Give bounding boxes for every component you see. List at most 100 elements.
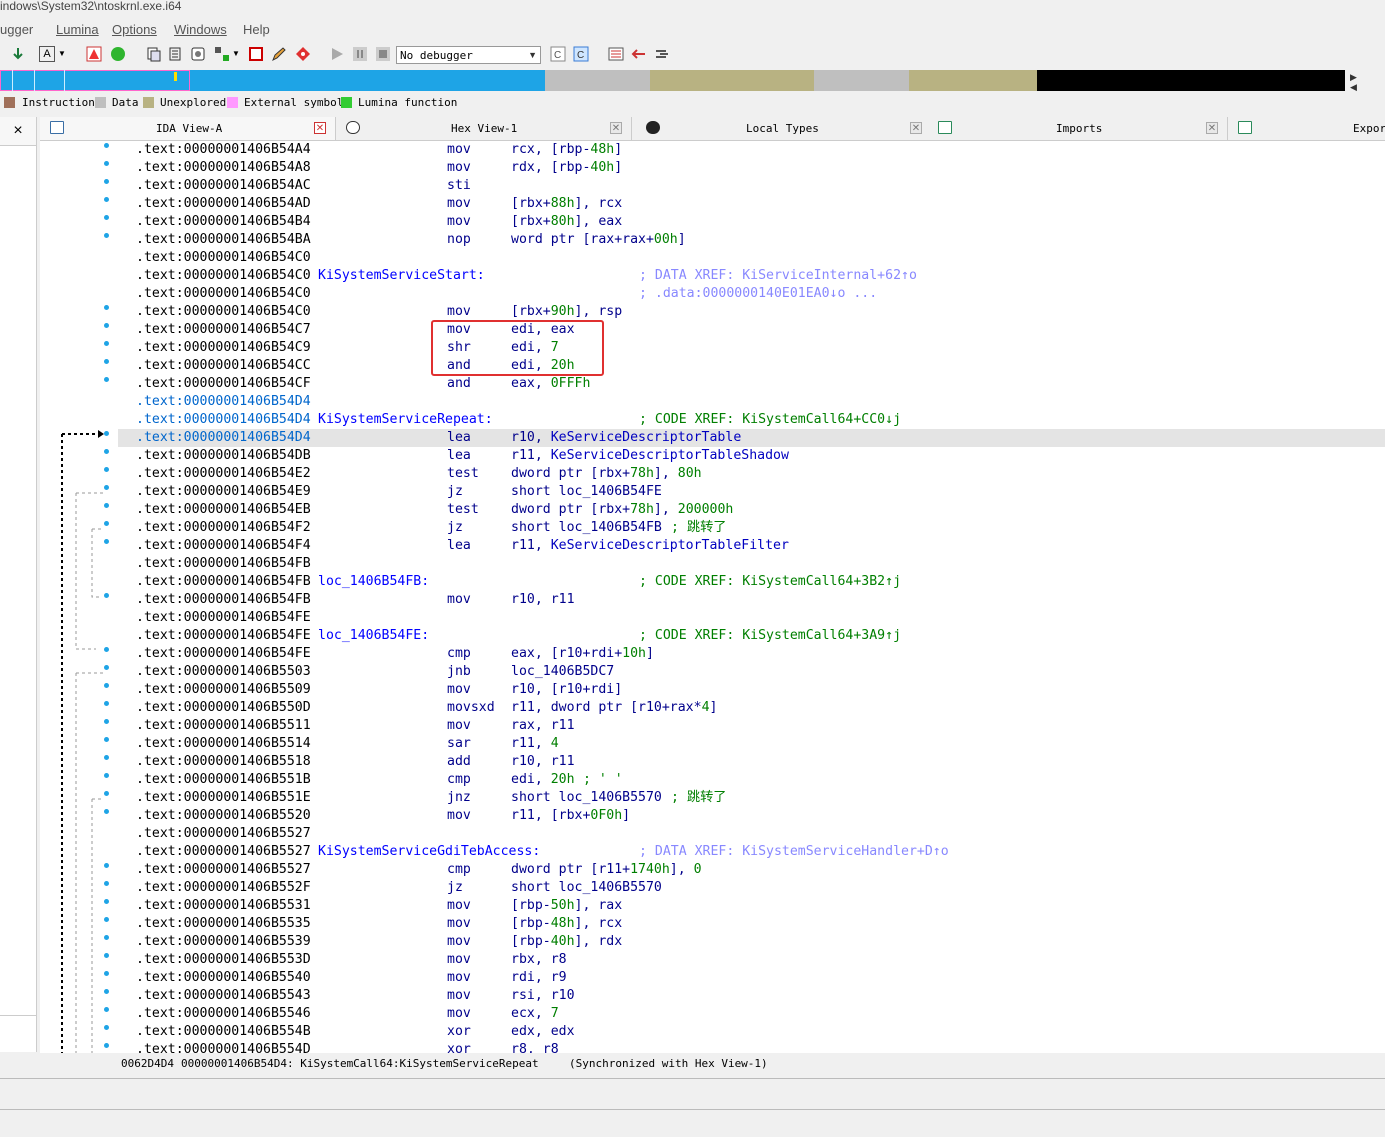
left-panel-close-button[interactable]: ×: [0, 117, 36, 146]
disasm-line[interactable]: .text:00000001406B5539 mov [rbp-40h], rdx: [118, 933, 1385, 951]
tracing-icon[interactable]: C: [550, 46, 566, 62]
disasm-line[interactable]: .text:00000001406B54EB test dword ptr [rbx…: [118, 501, 1385, 519]
dropdown-icon[interactable]: ▼: [58, 46, 68, 62]
breakpoint-dot[interactable]: [104, 935, 109, 940]
breakpoint-dot[interactable]: [104, 233, 109, 238]
menu-windows[interactable]: Windows: [174, 22, 227, 37]
breakpoint-dot[interactable]: [104, 809, 109, 814]
view-list-icon[interactable]: [608, 46, 624, 62]
breakpoint-dot[interactable]: [104, 593, 109, 598]
disasm-line[interactable]: .text:00000001406B5543 mov rsi, r10: [118, 987, 1385, 1005]
close-icon[interactable]: ✕: [1206, 122, 1218, 134]
menu-lumina[interactable]: Lumina: [56, 22, 99, 37]
disasm-line[interactable]: .text:00000001406B5546 mov ecx, 7: [118, 1005, 1385, 1023]
breakpoint-dot[interactable]: [104, 197, 109, 202]
disasm-line[interactable]: .text:00000001406B54DB lea r11, KeServiceD…: [118, 447, 1385, 465]
menu-help[interactable]: Help: [243, 22, 270, 37]
breakpoint-dot[interactable]: [104, 359, 109, 364]
disasm-label[interactable]: KiSystemServiceGdiTebAccess:: [318, 843, 540, 861]
tab-imports[interactable]: Imports ✕: [928, 117, 1228, 140]
disasm-line[interactable]: .text:00000001406B54A4 mov rcx, [rbp-48h]: [118, 141, 1385, 159]
pause-icon[interactable]: [352, 46, 368, 62]
close-icon[interactable]: ✕: [910, 122, 922, 134]
navband-scroll-left-icon[interactable]: ◀: [1350, 82, 1357, 93]
disasm-line[interactable]: .text:00000001406B54AD mov [rbx+88h], rcx: [118, 195, 1385, 213]
tab-ida-view-a[interactable]: IDA View-A ✕: [40, 117, 336, 140]
breakpoint-dot[interactable]: [104, 215, 109, 220]
disasm-line[interactable]: .text:00000001406B554B xor edx, edx: [118, 1023, 1385, 1041]
breakpoint-dot[interactable]: [104, 791, 109, 796]
disasm-line[interactable]: .text:00000001406B54D4 lea r10, KeServiceD…: [118, 429, 1385, 447]
menu-debugger[interactable]: ugger: [0, 22, 33, 37]
disasm-line[interactable]: .text:00000001406B54F2 jz short loc_1406B5…: [118, 519, 1385, 537]
step-into-icon[interactable]: [10, 46, 26, 62]
breakpoint-dot[interactable]: [104, 539, 109, 544]
breakpoint-dot[interactable]: [104, 179, 109, 184]
breakpoint-dot[interactable]: [104, 1025, 109, 1030]
debugger-select[interactable]: No debugger ▼: [396, 46, 541, 64]
disasm-line[interactable]: .text:00000001406B5535 mov [rbp-48h], rcx: [118, 915, 1385, 933]
breakpoint-dot[interactable]: [104, 449, 109, 454]
breakpoint-dot[interactable]: [104, 773, 109, 778]
breakpoint-dot[interactable]: [104, 719, 109, 724]
paste-icon[interactable]: [168, 46, 184, 62]
red-close-icon[interactable]: ✕: [314, 122, 326, 134]
breakpoint-diamond-icon[interactable]: [295, 46, 311, 62]
disasm-line[interactable]: .text:00000001406B54BA nop word ptr [rax+r…: [118, 231, 1385, 249]
breakpoint-dot[interactable]: [104, 755, 109, 760]
breakpoint-dot[interactable]: [104, 665, 109, 670]
play-icon[interactable]: [329, 46, 345, 62]
tab-expor[interactable]: Expor: [1228, 117, 1385, 140]
disasm-line[interactable]: .text:00000001406B5540 mov rdi, r9: [118, 969, 1385, 987]
disasm-line[interactable]: .text:00000001406B54C0: [118, 249, 1385, 267]
disasm-line[interactable]: .text:00000001406B550D movsxd r11, dword p…: [118, 699, 1385, 717]
disasm-line[interactable]: .text:00000001406B54AC sti: [118, 177, 1385, 195]
breakpoint-dot[interactable]: [104, 341, 109, 346]
disasm-line[interactable]: .text:00000001406B54FE: [118, 609, 1385, 627]
disasm-line[interactable]: .text:00000001406B5527 cmp dword ptr [r11+…: [118, 861, 1385, 879]
disasm-line[interactable]: .text:00000001406B5514 sar r11, 4: [118, 735, 1385, 753]
disasm-line[interactable]: .text:00000001406B54F4 lea r11, KeServiceD…: [118, 537, 1385, 555]
breakpoint-dot[interactable]: [104, 953, 109, 958]
struct-icon[interactable]: [190, 46, 206, 62]
breakpoint-dot[interactable]: [104, 431, 109, 436]
breakpoint-dot[interactable]: [104, 917, 109, 922]
disasm-line[interactable]: .text:00000001406B554D xor r8, r8: [118, 1041, 1385, 1053]
disasm-line[interactable]: .text:00000001406B54E9 jz short loc_1406B5…: [118, 483, 1385, 501]
disasm-line[interactable]: .text:00000001406B54C0 ; .data:0000000140…: [118, 285, 1385, 303]
tracing-active-icon[interactable]: C: [573, 46, 589, 62]
disasm-line[interactable]: .text:00000001406B54E2 test dword ptr [rbx…: [118, 465, 1385, 483]
stop-square-icon[interactable]: [248, 46, 264, 62]
close-icon[interactable]: ✕: [610, 122, 622, 134]
disasm-line[interactable]: .text:00000001406B54C9 shr edi, 7: [118, 339, 1385, 357]
breakpoint-dot[interactable]: [104, 305, 109, 310]
copy-icon[interactable]: [146, 46, 162, 62]
disasm-label[interactable]: loc_1406B54FE:: [318, 627, 429, 645]
navigation-band[interactable]: [0, 70, 1345, 91]
disasm-label[interactable]: loc_1406B54FB:: [318, 573, 429, 591]
disasm-label[interactable]: KiSystemServiceStart:: [318, 267, 485, 285]
font-a-icon[interactable]: A: [39, 46, 55, 62]
disasm-line[interactable]: .text:00000001406B54D4: [118, 393, 1385, 411]
breakpoint-dot[interactable]: [104, 1043, 109, 1048]
breakpoint-dot[interactable]: [104, 503, 109, 508]
tab-hex-view-1[interactable]: Hex View-1 ✕: [336, 117, 632, 140]
breakpoint-dot[interactable]: [104, 701, 109, 706]
disasm-line[interactable]: .text:00000001406B5511 mov rax, r11: [118, 717, 1385, 735]
disasm-line[interactable]: .text:00000001406B54FB mov r10, r11: [118, 591, 1385, 609]
disasm-line[interactable]: .text:00000001406B54D4 KiSystemServiceRep…: [118, 411, 1385, 429]
menu-options[interactable]: Options: [112, 22, 157, 37]
breakpoint-dot[interactable]: [104, 485, 109, 490]
breakpoint-dot[interactable]: [104, 377, 109, 382]
disasm-line[interactable]: .text:00000001406B54FE loc_1406B54FE: ; CO…: [118, 627, 1385, 645]
breakpoint-dot[interactable]: [104, 899, 109, 904]
breakpoint-dot[interactable]: [104, 989, 109, 994]
breakpoint-dot[interactable]: [104, 683, 109, 688]
disasm-line[interactable]: .text:00000001406B54FE cmp eax, [r10+rdi+1…: [118, 645, 1385, 663]
disasm-line[interactable]: .text:00000001406B54CF and eax, 0FFFh: [118, 375, 1385, 393]
breakpoint-dot[interactable]: [104, 161, 109, 166]
dropdown-icon[interactable]: ▼: [232, 46, 242, 62]
disasm-line[interactable]: .text:00000001406B54FB: [118, 555, 1385, 573]
disasm-line[interactable]: .text:00000001406B5503 jnb loc_1406B5DC7: [118, 663, 1385, 681]
disasm-line[interactable]: .text:00000001406B54CC and edi, 20h: [118, 357, 1385, 375]
